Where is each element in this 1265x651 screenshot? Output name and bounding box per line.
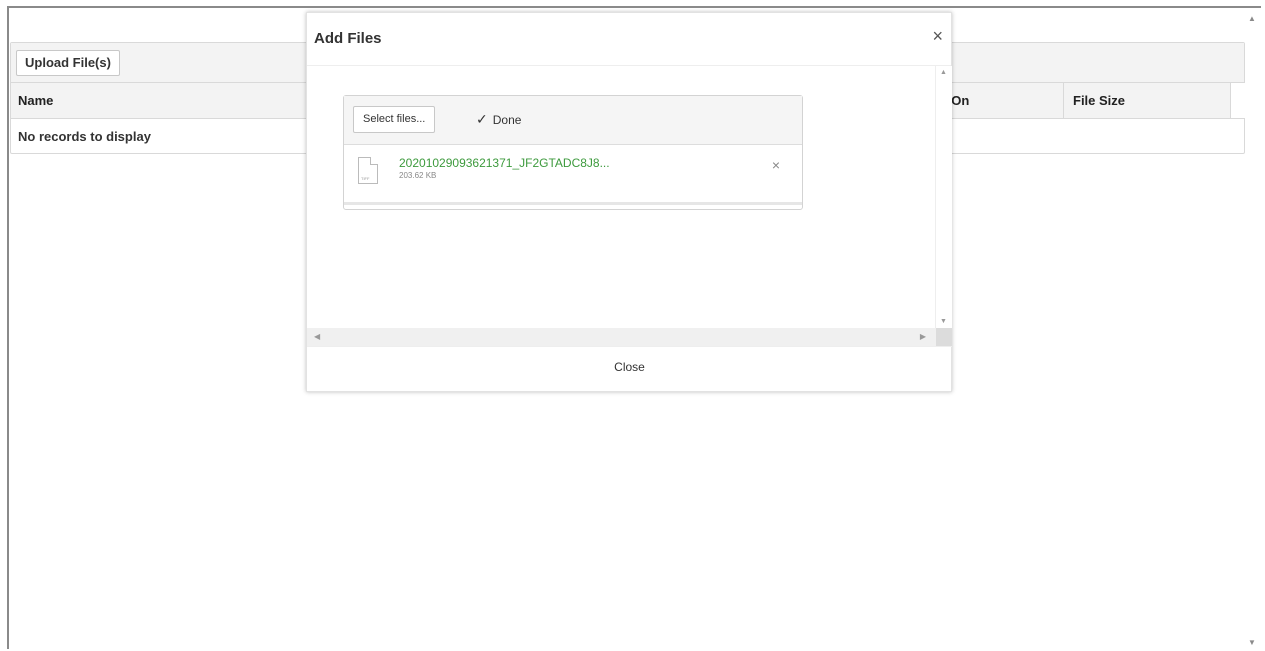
scroll-right-icon[interactable]: ▶: [920, 332, 926, 341]
column-header-file-size[interactable]: File Size: [1063, 83, 1230, 118]
upload-files-button[interactable]: Upload File(s): [16, 50, 120, 76]
scroll-left-icon[interactable]: ◀: [314, 332, 320, 341]
scrollbar-corner: [936, 328, 952, 346]
list-item: TIFF 20201029093621371_JF2GTADC8J8... 20…: [344, 145, 802, 205]
scroll-down-icon[interactable]: ▼: [940, 318, 947, 325]
dialog-title: Add Files: [314, 30, 382, 47]
dialog-header: Add Files ×: [307, 13, 951, 66]
dialog-vertical-scrollbar[interactable]: ▲ ▼: [935, 66, 952, 328]
column-header-spacer: [1230, 83, 1246, 118]
file-name: 20201029093621371_JF2GTADC8J8...: [399, 156, 610, 170]
column-header-uploaded-on[interactable]: l On: [937, 83, 1063, 118]
page-scrollbar[interactable]: ▲ ▼: [1244, 8, 1261, 651]
close-button[interactable]: Close: [614, 360, 645, 374]
remove-file-icon[interactable]: ×: [772, 157, 780, 173]
select-files-button[interactable]: Select files...: [353, 106, 436, 133]
scroll-up-icon[interactable]: ▲: [1248, 14, 1256, 23]
close-icon[interactable]: ×: [932, 27, 943, 45]
dialog-footer: Close: [307, 346, 952, 391]
add-files-dialog: Add Files × Select files... ✓ Done TIFF 2…: [306, 12, 952, 392]
done-label: Done: [492, 113, 522, 127]
scroll-down-icon[interactable]: ▼: [1248, 638, 1256, 647]
file-upload-widget: Select files... ✓ Done TIFF 2020102909362…: [343, 95, 803, 210]
column-header-name[interactable]: Name: [11, 83, 53, 118]
dialog-body: Select files... ✓ Done TIFF 2020102909362…: [307, 66, 952, 348]
dialog-horizontal-scrollbar[interactable]: ◀ ▶: [307, 328, 936, 346]
file-extension: TIFF: [361, 176, 370, 181]
scroll-up-icon[interactable]: ▲: [940, 69, 947, 76]
upload-toolbar: Select files... ✓ Done: [344, 96, 802, 145]
file-size: 203.62 KB: [399, 171, 437, 180]
file-icon: TIFF: [358, 157, 378, 184]
check-icon: ✓: [476, 111, 488, 127]
upload-status: ✓ Done: [476, 111, 521, 128]
